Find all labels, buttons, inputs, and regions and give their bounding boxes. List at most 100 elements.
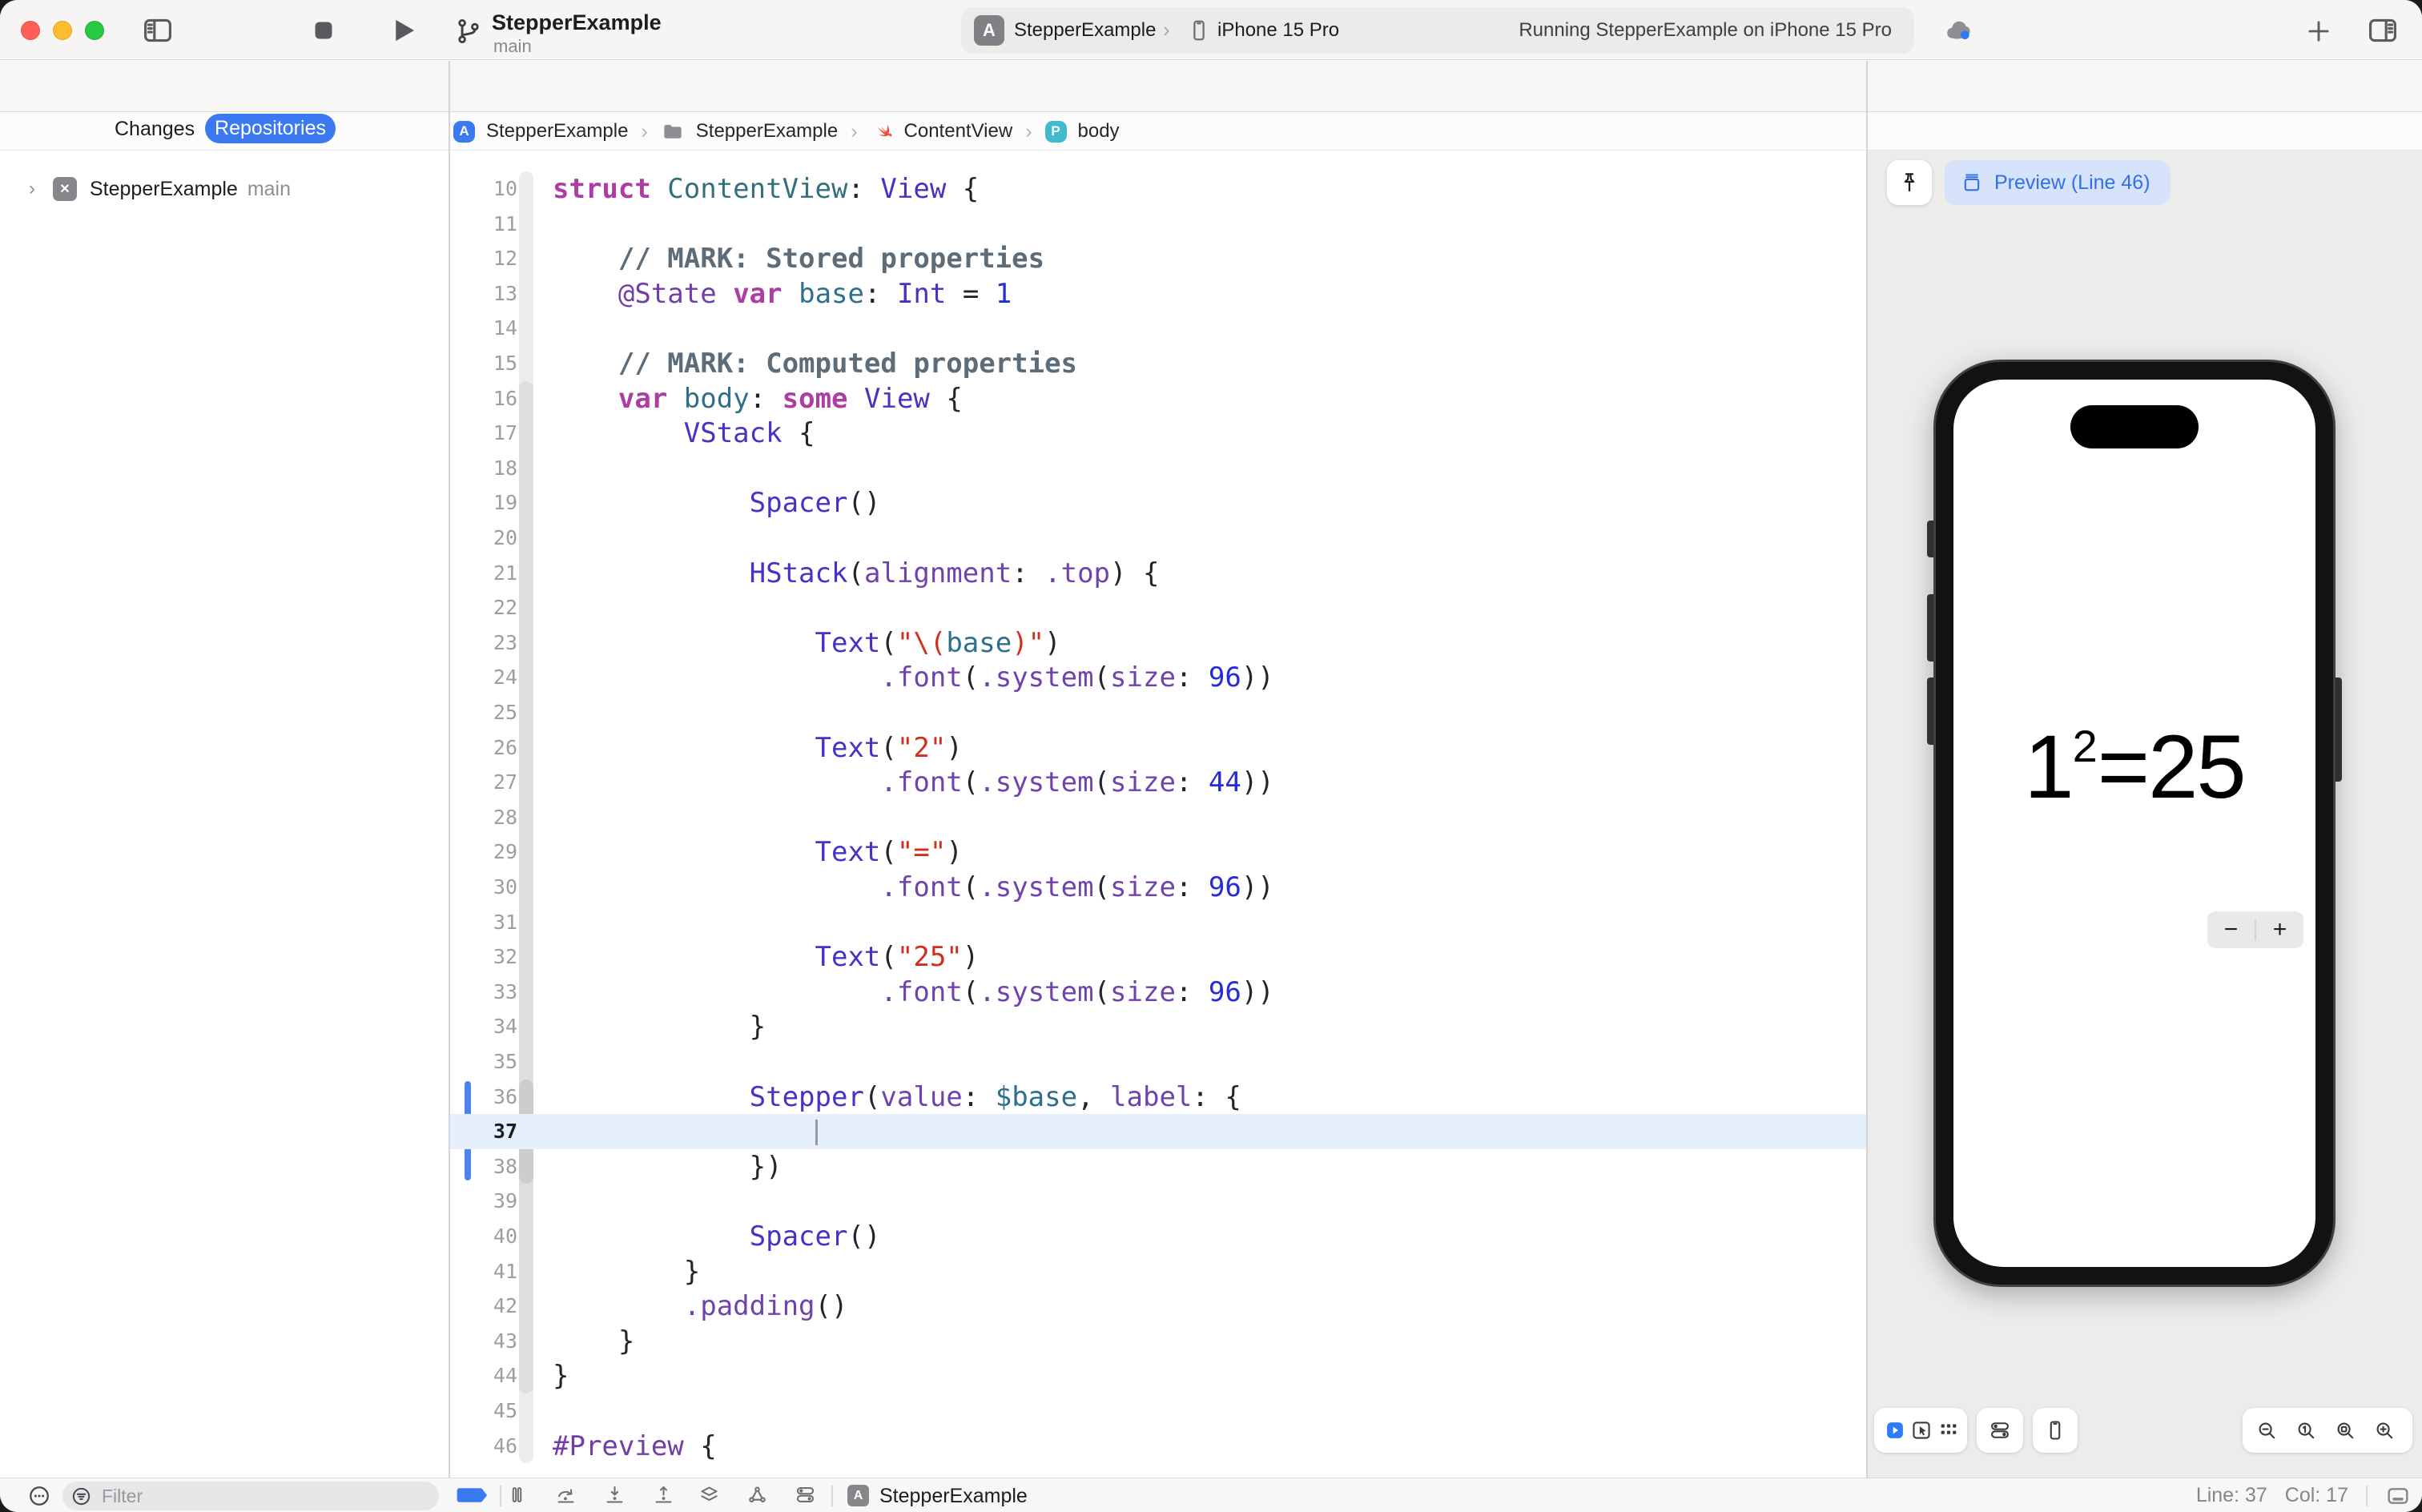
preview-divider[interactable] <box>1866 61 1868 1512</box>
source-code[interactable]: .font(.system(size: 96)) <box>553 870 1274 905</box>
code-line[interactable]: 29 Text("=") <box>449 834 1866 870</box>
code-line[interactable]: 24 .font(.system(size: 96)) <box>449 660 1866 695</box>
code-line[interactable]: 17 VStack { <box>449 416 1866 451</box>
line-number[interactable]: 35 <box>449 1044 517 1080</box>
line-number[interactable]: 15 <box>449 346 517 381</box>
line-number[interactable]: 30 <box>449 870 517 905</box>
step-over-button[interactable] <box>555 1484 577 1506</box>
line-number[interactable]: 14 <box>449 311 517 346</box>
source-code[interactable]: Text("2") <box>553 730 963 766</box>
stop-button[interactable] <box>309 16 338 45</box>
iphone-screen[interactable]: 1 2 = 25 − + <box>1953 380 2315 1267</box>
line-number[interactable]: 32 <box>449 939 517 975</box>
source-code[interactable]: Text("=") <box>553 834 963 870</box>
line-number[interactable]: 41 <box>449 1254 517 1289</box>
toggle-left-sidebar-icon[interactable] <box>141 14 175 47</box>
code-line[interactable]: 19 Spacer() <box>449 485 1866 521</box>
stepper-increment-button[interactable]: + <box>2256 911 2303 948</box>
code-line[interactable]: 34 } <box>449 1009 1866 1044</box>
code-line[interactable]: 25 <box>449 695 1866 730</box>
line-number[interactable]: 39 <box>449 1184 517 1219</box>
code-line[interactable]: 27 .font(.system(size: 44)) <box>449 765 1866 800</box>
pointer-button[interactable] <box>1910 1419 1933 1442</box>
breadcrumb-group[interactable]: StepperExample <box>696 120 838 143</box>
line-number[interactable]: 13 <box>449 276 517 312</box>
environment-overrides-button[interactable] <box>795 1484 816 1506</box>
line-number[interactable]: 16 <box>449 381 517 416</box>
zoom-window-button[interactable] <box>85 21 104 40</box>
line-number[interactable]: 17 <box>449 416 517 451</box>
breakpoints-toggle[interactable] <box>455 1483 490 1507</box>
code-line[interactable]: 42 .padding() <box>449 1289 1866 1324</box>
breadcrumb-file[interactable]: ContentView <box>904 120 1013 143</box>
line-number[interactable]: 44 <box>449 1358 517 1393</box>
line-number[interactable]: 40 <box>449 1219 517 1254</box>
line-number[interactable]: 18 <box>449 451 517 486</box>
code-line[interactable]: 16 var body: some View { <box>449 381 1866 416</box>
line-number[interactable]: 23 <box>449 625 517 661</box>
close-window-button[interactable] <box>21 21 40 40</box>
line-number[interactable]: 28 <box>449 800 517 835</box>
filter-field[interactable] <box>62 1482 439 1510</box>
zoom-fit-button[interactable] <box>2334 1419 2356 1442</box>
line-number[interactable]: 34 <box>449 1009 517 1044</box>
code-line[interactable]: 33 .font(.system(size: 96)) <box>449 975 1866 1010</box>
source-code[interactable]: HStack(alignment: .top) { <box>553 556 1159 591</box>
memory-graph-button[interactable] <box>746 1484 768 1506</box>
stepper-decrement-button[interactable]: − <box>2207 911 2255 948</box>
tab-repositories[interactable]: Repositories <box>205 114 336 143</box>
source-code[interactable]: var body: some View { <box>553 381 963 416</box>
source-code[interactable]: .padding() <box>553 1289 847 1324</box>
code-editor[interactable]: 10struct ContentView: View {1112 // MARK… <box>449 151 1866 1478</box>
breadcrumb-project[interactable]: StepperExample <box>486 120 628 143</box>
line-number[interactable]: 11 <box>449 207 517 242</box>
source-code[interactable]: VStack { <box>553 416 815 451</box>
source-code[interactable]: } <box>553 1324 634 1359</box>
line-number[interactable]: 42 <box>449 1289 517 1324</box>
line-number[interactable]: 45 <box>449 1393 517 1429</box>
line-number[interactable]: 37 <box>449 1114 517 1149</box>
code-line[interactable]: 31 <box>449 905 1866 940</box>
source-code[interactable]: } <box>553 1358 569 1393</box>
code-line[interactable]: 37 <box>449 1114 1866 1149</box>
code-line[interactable]: 32 Text("25") <box>449 939 1866 975</box>
code-line[interactable]: 40 Spacer() <box>449 1219 1866 1254</box>
code-line[interactable]: 30 .font(.system(size: 96)) <box>449 870 1866 905</box>
add-editor-plus-button[interactable] <box>2303 16 2334 46</box>
line-number[interactable]: 10 <box>449 171 517 207</box>
line-number[interactable]: 26 <box>449 730 517 766</box>
line-number[interactable]: 43 <box>449 1324 517 1359</box>
source-code[interactable]: } <box>553 1009 766 1044</box>
toggle-right-sidebar-icon[interactable] <box>2366 14 2400 47</box>
repository-row[interactable]: › ✕ StepperExample main <box>0 173 449 205</box>
code-line[interactable]: 15 // MARK: Computed properties <box>449 346 1866 381</box>
code-line[interactable]: 11 <box>449 207 1866 242</box>
code-line[interactable]: 38 }) <box>449 1149 1866 1184</box>
variants-button[interactable] <box>1937 1419 1960 1442</box>
view-hierarchy-button[interactable] <box>698 1484 720 1506</box>
tab-changes[interactable]: Changes <box>115 113 195 145</box>
source-code[interactable]: #Preview { <box>553 1429 717 1464</box>
code-line[interactable]: 45 <box>449 1393 1866 1429</box>
line-number[interactable]: 21 <box>449 556 517 591</box>
run-destination-selector[interactable]: iPhone 15 Pro <box>1217 19 1339 42</box>
code-line[interactable]: 21 HStack(alignment: .top) { <box>449 556 1866 591</box>
code-line[interactable]: 41 } <box>449 1254 1866 1289</box>
breadcrumb-symbol[interactable]: body <box>1078 120 1120 143</box>
code-line[interactable]: 18 <box>449 451 1866 486</box>
code-line[interactable]: 39 <box>449 1184 1866 1219</box>
source-code[interactable]: // MARK: Stored properties <box>553 241 1044 276</box>
line-number[interactable]: 12 <box>449 241 517 276</box>
filter-input[interactable] <box>100 1485 404 1508</box>
source-code[interactable]: Text("\(base)") <box>553 625 1061 661</box>
source-code[interactable]: } <box>553 1254 700 1289</box>
code-line[interactable]: 22 <box>449 590 1866 625</box>
disclosure-chevron-icon[interactable]: › <box>29 178 35 200</box>
line-number[interactable]: 25 <box>449 695 517 730</box>
sidebar-actions-icon[interactable] <box>27 1484 51 1508</box>
line-number[interactable]: 31 <box>449 905 517 940</box>
cloud-sync-icon[interactable] <box>1941 16 1977 46</box>
line-number[interactable]: 22 <box>449 590 517 625</box>
code-line[interactable]: 23 Text("\(base)") <box>449 625 1866 661</box>
zoom-out-button[interactable] <box>2255 1419 2278 1442</box>
